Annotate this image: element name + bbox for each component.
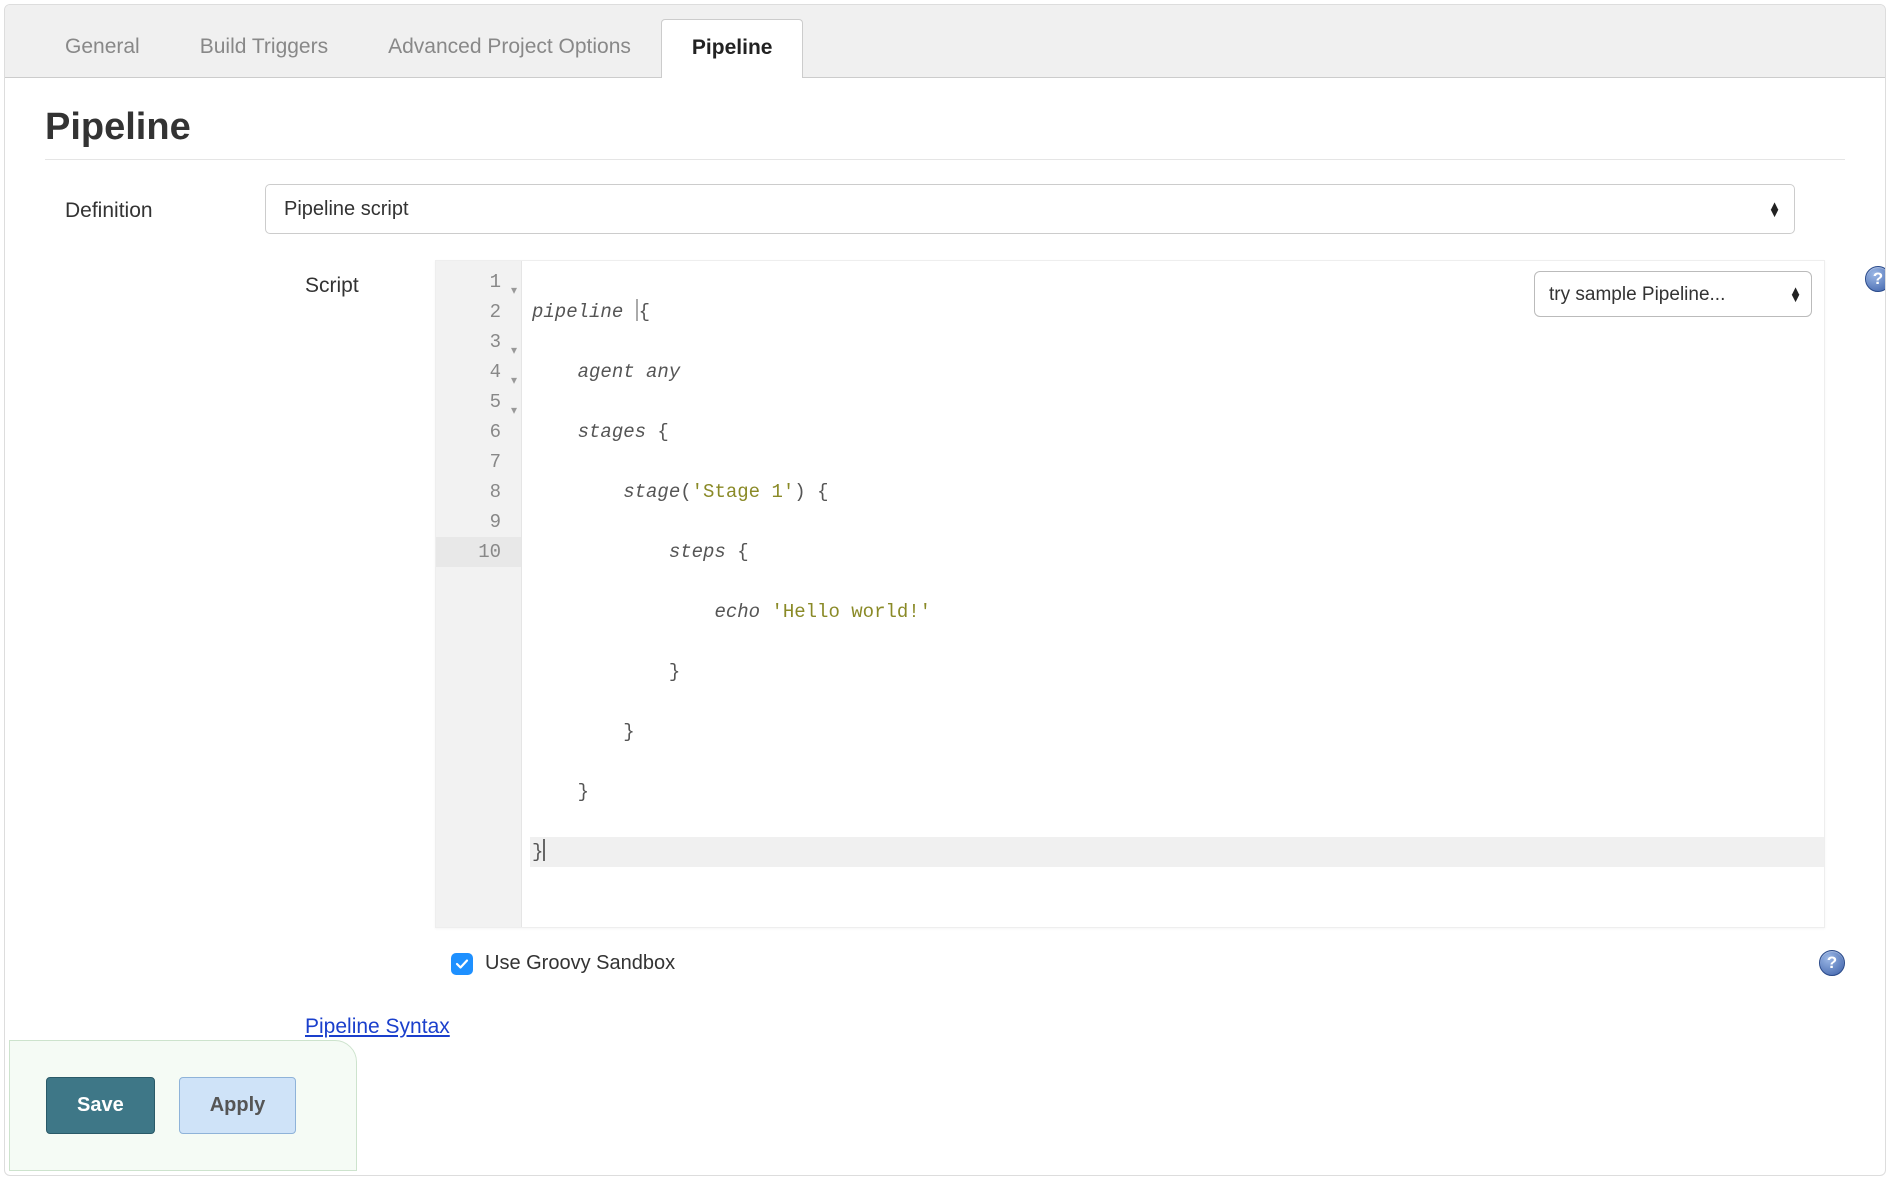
- definition-field: Pipeline script ▲▼: [265, 184, 1795, 234]
- sample-pipeline-wrap: try sample Pipeline... ▲▼: [1534, 271, 1812, 317]
- code-area[interactable]: pipeline { agent any stages { stage('Sta…: [522, 261, 1824, 927]
- sandbox-row: Use Groovy Sandbox ?: [451, 952, 1845, 975]
- save-button[interactable]: Save: [46, 1077, 155, 1134]
- pipeline-syntax-link[interactable]: Pipeline Syntax: [305, 1015, 450, 1039]
- tab-build-triggers[interactable]: Build Triggers: [170, 19, 358, 77]
- tab-general[interactable]: General: [35, 19, 170, 77]
- section-header: Pipeline: [5, 78, 1885, 149]
- tab-pipeline[interactable]: Pipeline: [661, 19, 804, 78]
- form-area: Definition Pipeline script ▲▼ Script 1▾ …: [5, 160, 1885, 1039]
- definition-select[interactable]: Pipeline script: [265, 184, 1795, 234]
- section-title: Pipeline: [45, 106, 1845, 149]
- tabs-bar: General Build Triggers Advanced Project …: [5, 5, 1885, 78]
- groovy-sandbox-label: Use Groovy Sandbox: [485, 952, 675, 975]
- tab-advanced-project-options[interactable]: Advanced Project Options: [358, 19, 661, 77]
- help-icon[interactable]: ?: [1819, 950, 1845, 976]
- sample-pipeline-select[interactable]: try sample Pipeline...: [1534, 271, 1812, 317]
- script-editor[interactable]: 1▾ 2 3▾ 4▾ 5▾ 6 7 8 9 10 pipeline { agen…: [435, 260, 1825, 928]
- definition-label: Definition: [65, 195, 265, 223]
- groovy-sandbox-checkbox[interactable]: [451, 953, 473, 975]
- script-label: Script: [305, 260, 435, 298]
- editor-gutter: 1▾ 2 3▾ 4▾ 5▾ 6 7 8 9 10: [436, 261, 522, 927]
- config-window: General Build Triggers Advanced Project …: [4, 4, 1886, 1176]
- script-row: Script 1▾ 2 3▾ 4▾ 5▾ 6 7 8 9 10 pipeline…: [305, 260, 1845, 928]
- apply-button[interactable]: Apply: [179, 1077, 297, 1134]
- help-icon[interactable]: ?: [1865, 266, 1886, 292]
- definition-row: Definition Pipeline script ▲▼: [65, 184, 1845, 234]
- footer-actions: Save Apply: [9, 1040, 357, 1171]
